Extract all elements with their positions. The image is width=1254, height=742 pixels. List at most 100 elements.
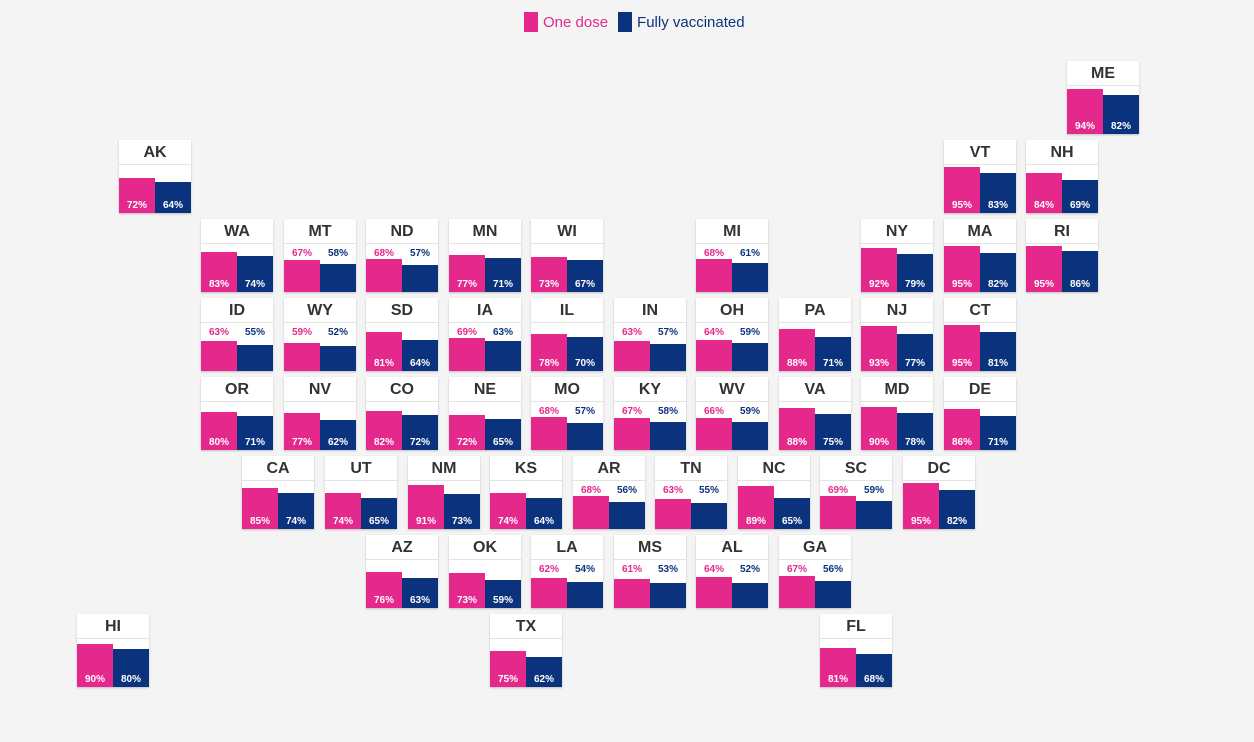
state-tile-ia: IA 69% 63% [449,298,521,371]
label-fully-vaccinated: 71% [987,437,1008,448]
state-abbr: WY [307,302,333,319]
label-fully-vaccinated: 78% [904,437,925,448]
tile-divider [861,322,933,323]
label-one-dose: 67% [621,406,642,417]
state-abbr: CT [969,302,991,319]
label-one-dose: 82% [373,437,394,448]
state-tile-ky: KY 67% 58% [614,377,686,450]
tile-divider [655,480,727,481]
state-abbr: NC [762,460,786,477]
state-tile-mn: MN 77% 71% [449,219,521,292]
tile-divider [696,322,768,323]
state-tile-pa: PA 88% 71% [779,298,851,371]
bar-one-dose [779,576,815,608]
label-one-dose: 73% [456,595,477,606]
label-one-dose: 92% [868,279,889,290]
label-fully-vaccinated: 63% [409,595,430,606]
label-one-dose: 67% [291,248,312,259]
state-abbr: NM [431,460,457,477]
bar-fully-vaccinated [650,422,686,450]
tile-divider [903,480,975,481]
tile-divider [573,480,645,481]
state-abbr: DE [968,381,992,398]
tile-divider [408,480,480,481]
label-fully-vaccinated: 77% [904,358,925,369]
state-tile-nc: NC 89% 65% [738,456,810,529]
tile-divider [201,401,273,402]
label-one-dose: 62% [538,564,559,575]
bar-fully-vaccinated [320,346,356,371]
state-abbr: KY [638,381,662,398]
label-one-dose: 95% [951,200,972,211]
tile-divider [201,322,273,323]
label-one-dose: 94% [1074,121,1095,132]
label-one-dose: 88% [786,358,807,369]
label-fully-vaccinated: 59% [739,327,760,338]
tile-divider [490,638,562,639]
label-fully-vaccinated: 54% [574,564,595,575]
tile-grid-map: ME 94% 82% AK 72% 64% VT 95% 83% NH 84% 69% WA 83% 74%… [0,0,1254,742]
label-fully-vaccinated: 82% [987,279,1008,290]
tile-divider [449,559,521,560]
label-fully-vaccinated: 53% [657,564,678,575]
state-abbr: WV [719,381,745,398]
state-tile-tn: TN 63% 55% [655,456,727,529]
label-fully-vaccinated: 52% [327,327,348,338]
tile-divider [77,638,149,639]
tile-divider [696,559,768,560]
tile-divider [614,559,686,560]
label-one-dose: 95% [910,516,931,527]
bar-one-dose [696,259,732,292]
bar-one-dose [366,259,402,292]
label-fully-vaccinated: 57% [409,248,430,259]
state-tile-vt: VT 95% 83% [944,140,1016,213]
tile-divider [449,243,521,244]
label-one-dose: 90% [868,437,889,448]
state-abbr: NJ [886,302,908,319]
tile-divider [531,401,603,402]
state-abbr: FL [846,618,866,635]
tile-divider [779,322,851,323]
label-one-dose: 64% [703,564,724,575]
state-abbr: ND [390,223,414,240]
state-abbr: AK [143,144,167,161]
label-one-dose: 68% [703,248,724,259]
label-fully-vaccinated: 74% [244,279,265,290]
label-one-dose: 95% [1033,279,1054,290]
state-abbr: GA [803,539,827,556]
bar-fully-vaccinated [815,581,851,608]
tile-divider [449,401,521,402]
state-abbr: OH [720,302,744,319]
tile-divider [531,559,603,560]
state-tile-wa: WA 83% 74% [201,219,273,292]
state-tile-me: ME 94% 82% [1067,61,1139,134]
label-fully-vaccinated: 58% [327,248,348,259]
state-abbr: NV [308,381,332,398]
label-one-dose: 84% [1033,200,1054,211]
tile-divider [944,164,1016,165]
tile-divider [1026,243,1098,244]
bar-fully-vaccinated [567,423,603,450]
tile-divider [531,243,603,244]
tile-divider [1067,85,1139,86]
state-tile-ca: CA 85% 74% [242,456,314,529]
state-tile-mi: MI 68% 61% [696,219,768,292]
state-tile-ri: RI 95% 86% [1026,219,1098,292]
state-abbr: IL [559,302,575,319]
label-one-dose: 76% [373,595,394,606]
label-fully-vaccinated: 68% [863,674,884,685]
state-abbr: HI [105,618,121,635]
state-tile-la: LA 62% 54% [531,535,603,608]
bar-fully-vaccinated [732,263,768,292]
bar-one-dose [655,499,691,529]
label-fully-vaccinated: 62% [533,674,554,685]
state-abbr: NH [1050,144,1074,161]
label-fully-vaccinated: 71% [244,437,265,448]
state-abbr: WI [557,223,577,240]
state-tile-wv: WV 66% 59% [696,377,768,450]
bar-one-dose [696,340,732,371]
label-fully-vaccinated: 57% [574,406,595,417]
label-fully-vaccinated: 55% [244,327,265,338]
bar-one-dose [201,341,237,371]
bar-one-dose [573,496,609,529]
